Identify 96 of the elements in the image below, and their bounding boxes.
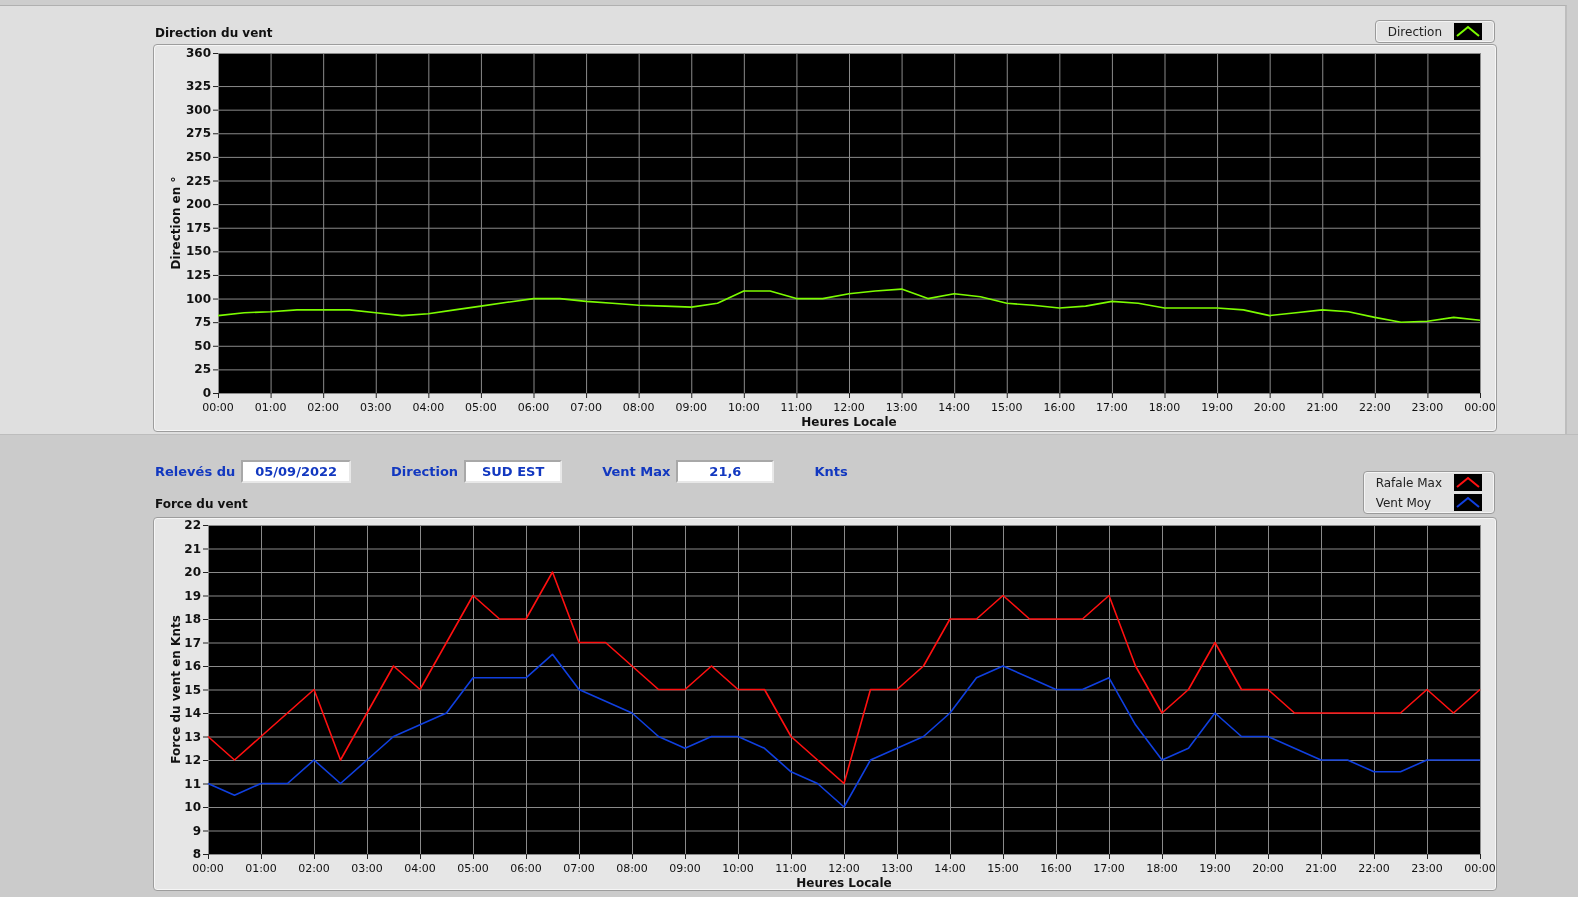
axis-tick-label: 18 (184, 612, 201, 626)
axis-tick-label: 14 (184, 706, 201, 720)
axis-tick-label: 18:00 (1148, 401, 1181, 414)
axis-tick-label: 17 (184, 635, 201, 650)
axis-tick-label: 21 (184, 541, 201, 556)
reading-label: Relevés du (155, 464, 236, 479)
axis-tick-label: 360 (185, 46, 211, 60)
axis-tick-label: 200 (185, 197, 211, 212)
axis-tick-label: 15:00 (990, 401, 1023, 414)
axis-tick-label: 20 (184, 565, 201, 579)
axis-tick-label: 00:00 (1464, 862, 1496, 875)
axis-tick-label: 19:00 (1199, 862, 1231, 875)
unit-label: Knts (814, 464, 848, 479)
axis-tick-label: 16:00 (1043, 401, 1076, 414)
readout-field: 21,6 (676, 460, 775, 483)
axis-tick-label: 03:00 (359, 401, 392, 414)
axis-tick-label: 12:00 (828, 862, 860, 875)
axis-tick-label: 21:00 (1306, 401, 1339, 414)
axis-tick-label: 14:00 (934, 862, 966, 875)
axis-tick-label: 175 (185, 220, 211, 235)
axis-tick-label: 10:00 (722, 862, 754, 875)
axis-tick-label: 12:00 (833, 401, 865, 414)
axis-tick-label: 25 (194, 362, 211, 377)
axis-tick-label: 06:00 (517, 401, 550, 414)
axis-tick-label: 04:00 (412, 401, 445, 414)
y-axis-title: Force du vent en Knts (169, 615, 183, 764)
axis-tick-label: 01:00 (254, 401, 287, 414)
axis-tick-label: 8 (192, 847, 201, 861)
axis-tick-label: 275 (185, 126, 211, 141)
axis-tick-label: 22:00 (1358, 862, 1390, 875)
axis-tick-label: 19 (184, 588, 201, 603)
chart-title: Direction du vent (155, 26, 273, 40)
axis-tick-label: 0 (202, 386, 211, 400)
axis-tick-label: 22:00 (1359, 401, 1391, 414)
axis-tick-label: 02:00 (298, 862, 330, 875)
axis-tick-label: 02:00 (307, 401, 339, 414)
reading-label: Vent Max (602, 464, 671, 479)
axis-tick-label: 20:00 (1253, 401, 1286, 414)
axis-tick-label: 00:00 (1464, 401, 1496, 414)
axis-tick-label: 07:00 (570, 401, 602, 414)
axis-tick-label: 12 (184, 753, 201, 767)
axis-tick-label: 250 (185, 149, 211, 164)
axis-tick-label: 11:00 (775, 862, 807, 875)
axis-tick-label: 13:00 (885, 401, 918, 414)
readout-field: SUD EST (464, 460, 563, 483)
axis-tick-label: 22 (184, 518, 201, 532)
axis-tick-label: 325 (185, 79, 211, 94)
axis-tick-label: 50 (194, 338, 211, 353)
chart-title: Force du vent (155, 497, 249, 511)
axis-tick-label: 23:00 (1411, 862, 1443, 875)
axis-tick-label: 01:00 (245, 862, 277, 875)
axis-tick-label: 00:00 (202, 401, 234, 414)
readout-field: 05/09/2022 (241, 460, 352, 483)
axis-tick-label: 04:00 (404, 862, 436, 875)
axis-tick-label: 16:00 (1040, 862, 1072, 875)
axis-tick-label: 20:00 (1252, 862, 1284, 875)
legend-label: Direction (1387, 24, 1442, 39)
y-axis-title: Direction en ° (169, 176, 183, 270)
axis-tick-label: 11 (184, 776, 201, 791)
axis-tick-label: 75 (194, 315, 211, 330)
legend-label: Vent Moy (1375, 495, 1432, 510)
axis-tick-label: 15:00 (987, 862, 1019, 875)
axis-tick-label: 125 (185, 267, 211, 282)
axis-tick-label: 13:00 (881, 862, 913, 875)
axis-tick-label: 15 (184, 682, 201, 697)
axis-tick-label: 08:00 (622, 401, 655, 414)
axis-tick-label: 19:00 (1201, 401, 1233, 414)
axis-tick-label: 13 (184, 729, 201, 744)
axis-tick-label: 03:00 (351, 862, 383, 875)
axis-tick-label: 150 (185, 244, 211, 259)
axis-tick-label: 225 (185, 173, 211, 188)
axis-tick-label: 16 (184, 659, 201, 673)
axis-tick-label: 08:00 (616, 862, 648, 875)
axis-tick-label: 05:00 (457, 862, 489, 875)
axis-tick-label: 09:00 (669, 862, 701, 875)
axis-tick-label: 17:00 (1093, 862, 1125, 875)
axis-tick-label: 10 (184, 800, 201, 814)
axis-tick-label: 21:00 (1305, 862, 1337, 875)
axis-tick-label: 18:00 (1146, 862, 1178, 875)
legend-label: Rafale Max (1375, 475, 1442, 490)
reading-label: Direction (391, 464, 459, 479)
axis-tick-label: 9 (192, 823, 201, 838)
axis-tick-label: 17:00 (1096, 401, 1128, 414)
axis-tick-label: 07:00 (563, 862, 595, 875)
axis-tick-label: 11:00 (780, 401, 813, 414)
axis-tick-label: 00:00 (192, 862, 224, 875)
axis-tick-label: 14:00 (938, 401, 970, 414)
x-axis-title: Heures Locale (801, 415, 897, 429)
axis-tick-label: 23:00 (1411, 401, 1444, 414)
axis-tick-label: 300 (185, 102, 211, 117)
axis-tick-label: 05:00 (465, 401, 497, 414)
axis-tick-label: 09:00 (675, 401, 708, 414)
axis-tick-label: 06:00 (510, 862, 542, 875)
axis-tick-label: 10:00 (728, 401, 760, 414)
axis-tick-label: 100 (185, 291, 211, 306)
x-axis-title: Heures Locale (796, 876, 892, 890)
